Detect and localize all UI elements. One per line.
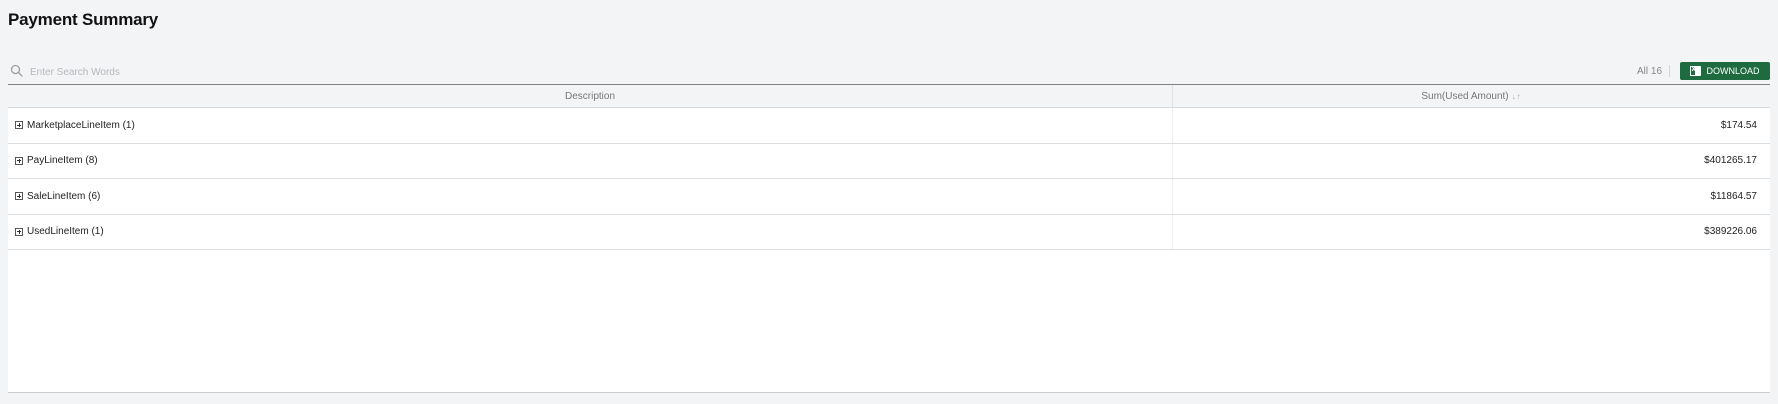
- download-label: DOWNLOAD: [1706, 66, 1760, 76]
- description-cell: MarketplaceLineItem (1): [8, 108, 1173, 143]
- expand-icon[interactable]: [15, 121, 23, 130]
- search-icon: [10, 64, 26, 80]
- sum-cell: $401265.17: [1704, 155, 1757, 167]
- expand-icon[interactable]: [15, 156, 23, 165]
- table-row: UsedLineItem (1) $389226.06: [8, 214, 1770, 250]
- description-cell: UsedLineItem (1): [8, 214, 1173, 249]
- sum-cell: $389226.06: [1704, 226, 1757, 238]
- description-cell: PayLineItem (8): [8, 143, 1173, 178]
- page-title: Payment Summary: [8, 10, 159, 29]
- expand-icon[interactable]: [15, 192, 23, 201]
- sort-icon[interactable]: ↓↑: [1512, 92, 1522, 101]
- table-row: PayLineItem (8) $401265.17: [8, 143, 1770, 179]
- group-label: MarketplaceLineItem (1): [27, 119, 135, 131]
- search-input[interactable]: [30, 66, 390, 78]
- toolbar: All 16 DOWNLOAD: [8, 62, 1770, 82]
- result-count: All 16: [1636, 66, 1662, 77]
- sum-cell: $174.54: [1720, 119, 1757, 131]
- column-label: Description: [564, 90, 616, 102]
- sum-cell: $11864.57: [1710, 190, 1757, 202]
- expand-icon[interactable]: [15, 227, 23, 236]
- column-label: Sum(Used Amount): [1421, 90, 1509, 102]
- group-label: PayLineItem (8): [27, 155, 98, 167]
- table-header: Description Sum(Used Amount) ↓↑: [8, 85, 1770, 108]
- group-label: UsedLineItem (1): [27, 226, 104, 238]
- download-button[interactable]: DOWNLOAD: [1680, 62, 1770, 80]
- column-header-description[interactable]: Description: [8, 85, 1173, 107]
- divider: [1669, 65, 1670, 77]
- table-row: MarketplaceLineItem (1) $174.54: [8, 108, 1770, 144]
- payment-summary-table: Description Sum(Used Amount) ↓↑ Marketpl…: [8, 84, 1770, 393]
- group-label: SaleLineItem (6): [27, 190, 101, 202]
- search-bar: [8, 62, 408, 82]
- excel-icon: [1690, 64, 1702, 76]
- description-cell: SaleLineItem (6): [8, 179, 1173, 214]
- table-row: SaleLineItem (6) $11864.57: [8, 179, 1770, 215]
- column-header-sum[interactable]: Sum(Used Amount) ↓↑: [1173, 85, 1770, 107]
